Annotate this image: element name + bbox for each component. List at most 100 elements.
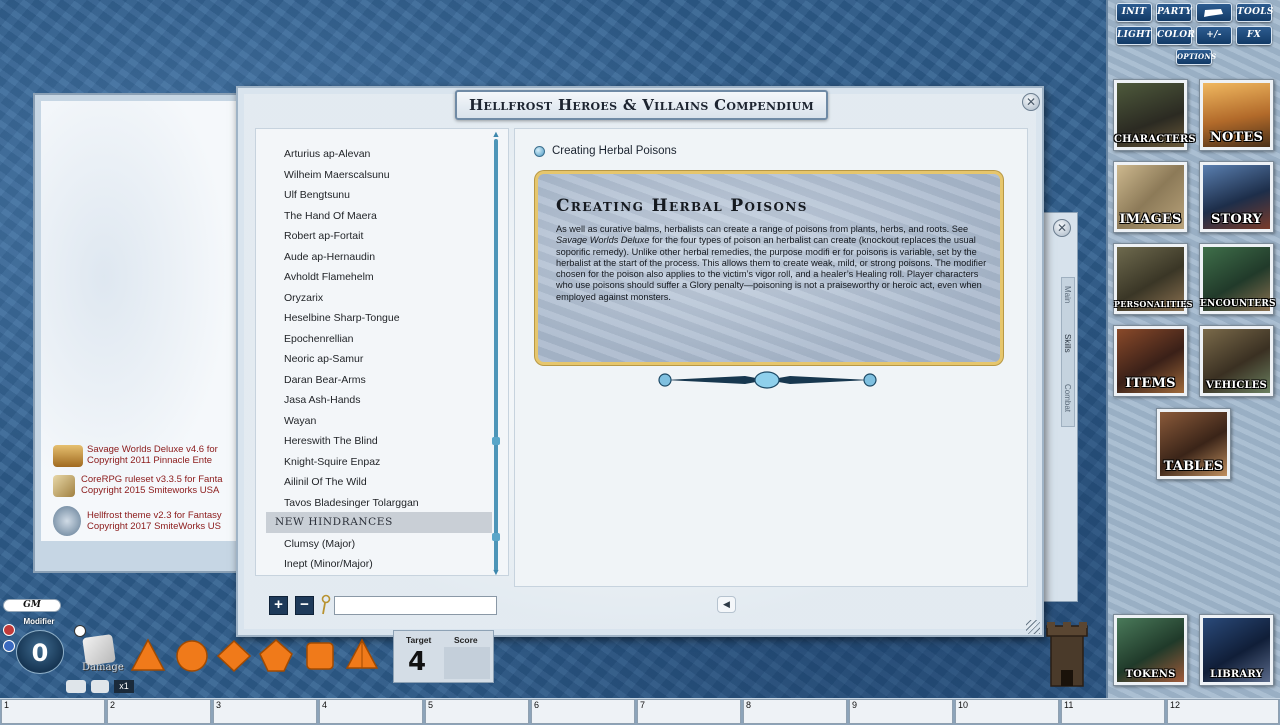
d10-die-icon[interactable] xyxy=(258,638,294,674)
tab-skills[interactable]: Skills xyxy=(1063,334,1072,353)
back-button[interactable]: ◀ xyxy=(717,596,736,613)
tab-main[interactable]: Main xyxy=(1063,286,1072,303)
list-item[interactable]: Arturius ap-Alevan xyxy=(284,148,370,160)
gm-badge: GM xyxy=(3,599,61,612)
d4-die-icon[interactable] xyxy=(130,638,166,674)
list-item[interactable]: Robert ap-Fortait xyxy=(284,230,363,242)
chat-button[interactable] xyxy=(1196,3,1232,22)
list-item[interactable]: Jasa Ash-Hands xyxy=(284,394,360,406)
hotkey-slot[interactable]: 1 xyxy=(1,699,105,724)
sidebar: INIT PARTY TOOLS LIGHT COLOR +/- FX OPTI… xyxy=(1106,0,1280,698)
tokens-tile[interactable]: TOKENS xyxy=(1113,614,1188,686)
init-button[interactable]: INIT xyxy=(1116,3,1152,22)
multiplier-value[interactable]: x1 xyxy=(114,680,134,693)
list-item[interactable]: Ailinil Of The Wild xyxy=(284,476,367,488)
credit-line: Savage Worlds Deluxe v4.6 for Copyright 2… xyxy=(87,444,218,466)
corerpg-logo-icon xyxy=(53,475,75,497)
hotkey-slot[interactable]: 9 xyxy=(849,699,953,724)
damage-label: Damage xyxy=(82,662,124,673)
modifier-toggle-button[interactable]: +/- xyxy=(1196,26,1232,45)
list-item[interactable]: Epochenrellian xyxy=(284,333,353,345)
modifier-box[interactable]: Modifier 0 xyxy=(12,616,66,674)
hotkey-slot[interactable]: 6 xyxy=(531,699,635,724)
personalities-tile[interactable]: PERSONALITIES xyxy=(1113,243,1192,315)
list-item[interactable]: Knight-Squire Enpaz xyxy=(284,456,380,468)
color-button[interactable]: COLOR xyxy=(1156,26,1195,45)
scroll-up-icon[interactable]: ▲ xyxy=(489,130,503,139)
list-item[interactable]: Aude ap-Hernaudin xyxy=(284,251,375,263)
list-item[interactable]: Oryzarix xyxy=(284,292,323,304)
list-item[interactable]: Daran Bear-Arms xyxy=(284,374,366,386)
scrollbar[interactable] xyxy=(492,139,500,571)
d12-die-icon[interactable] xyxy=(302,638,338,674)
scroll-thumb-marker xyxy=(492,533,500,541)
multiplier-button[interactable] xyxy=(66,680,86,693)
close-icon[interactable]: ✕ xyxy=(1053,219,1071,237)
list-item[interactable]: Tavos Bladesinger Tolarggan xyxy=(284,497,419,509)
images-tile[interactable]: IMAGES xyxy=(1113,161,1188,233)
compendium-window: Hellfrost Heroes & Villains Compendium ✕… xyxy=(236,86,1044,637)
encounters-tile[interactable]: ENCOUNTERS xyxy=(1199,243,1276,315)
hotkey-slot[interactable]: 4 xyxy=(319,699,423,724)
boxed-text-frame: Creating Herbal Poisons As well as curat… xyxy=(535,171,1003,365)
hotkey-slot[interactable]: 8 xyxy=(743,699,847,724)
hotkey-slot[interactable]: 10 xyxy=(955,699,1059,724)
items-tile[interactable]: ITEMS xyxy=(1113,325,1188,397)
list-item[interactable]: Wilheim Maerscalsunu xyxy=(284,169,390,181)
link-bullet-icon[interactable] xyxy=(534,146,545,157)
list-item[interactable]: Inept (Minor/Major) xyxy=(284,558,373,570)
scroll-down-icon[interactable]: ▼ xyxy=(489,568,503,577)
tab-combat[interactable]: Combat xyxy=(1063,384,1072,412)
list-item[interactable]: Ulf Bengtsunu xyxy=(284,189,350,201)
search-input[interactable] xyxy=(334,596,497,615)
multiplier-controls: x1 xyxy=(66,680,134,694)
close-icon[interactable]: ✕ xyxy=(1022,93,1040,111)
library-tile[interactable]: LIBRARY xyxy=(1199,614,1274,686)
multiplier-button[interactable] xyxy=(91,680,109,693)
entry-list[interactable]: Arturius ap-Alevan Wilheim Maerscalsunu … xyxy=(255,128,509,577)
target-label: Target xyxy=(406,635,432,645)
list-item[interactable]: Avholdt Flamehelm xyxy=(284,271,374,283)
d6-die-icon[interactable] xyxy=(174,638,210,674)
remove-entry-button[interactable]: − xyxy=(295,596,314,615)
hotkey-slot[interactable]: 3 xyxy=(213,699,317,724)
light-button[interactable]: LIGHT xyxy=(1116,26,1152,45)
target-value[interactable]: 4 xyxy=(408,647,426,677)
options-button[interactable]: OPTIONS xyxy=(1176,49,1216,65)
list-section-header[interactable]: NEW HINDRANCES xyxy=(266,512,492,533)
fx-button[interactable]: FX xyxy=(1236,26,1272,45)
search-icon[interactable] xyxy=(320,594,332,616)
list-item[interactable]: Clumsy (Major) xyxy=(284,538,355,550)
score-field[interactable] xyxy=(444,647,490,679)
hotkey-slot[interactable]: 2 xyxy=(107,699,211,724)
list-item[interactable]: Wayan xyxy=(284,415,316,427)
list-item[interactable]: Neoric ap-Samur xyxy=(284,353,363,365)
hotkey-slot[interactable]: 11 xyxy=(1061,699,1165,724)
tools-button[interactable]: TOOLS xyxy=(1236,3,1273,22)
dice-tower-icon[interactable] xyxy=(1043,620,1091,690)
content-title[interactable]: Creating Herbal Poisons xyxy=(552,145,677,157)
d8-die-icon[interactable] xyxy=(216,638,252,674)
notes-tile[interactable]: NOTES xyxy=(1199,79,1274,151)
score-panel: Target Score 4 xyxy=(393,630,494,683)
tables-tile[interactable]: TABLES xyxy=(1156,408,1231,480)
scroll-thumb[interactable] xyxy=(492,437,500,445)
list-item[interactable]: Heselbine Sharp-Tongue xyxy=(284,312,400,324)
characters-tile[interactable]: CHARACTERS xyxy=(1113,79,1196,151)
story-tile[interactable]: STORY xyxy=(1199,161,1274,233)
ornamental-divider-icon xyxy=(658,371,877,389)
d20-die-icon[interactable] xyxy=(344,638,380,674)
resize-handle-icon[interactable] xyxy=(1026,620,1040,634)
add-entry-button[interactable]: + xyxy=(269,596,288,615)
damage-dice[interactable]: Damage xyxy=(72,626,124,676)
modifier-orb[interactable]: 0 xyxy=(16,630,64,674)
window-title: Hellfrost Heroes & Villains Compendium xyxy=(455,90,828,120)
list-item[interactable]: Hereswith The Blind xyxy=(284,435,378,447)
boxed-heading: Creating Herbal Poisons xyxy=(556,196,808,216)
hotkey-slot[interactable]: 12 xyxy=(1167,699,1279,724)
hotkey-slot[interactable]: 5 xyxy=(425,699,529,724)
party-button[interactable]: PARTY xyxy=(1156,3,1192,22)
hotkey-slot[interactable]: 7 xyxy=(637,699,741,724)
vehicles-tile[interactable]: VEHICLES xyxy=(1199,325,1274,397)
list-item[interactable]: The Hand Of Maera xyxy=(284,210,377,222)
